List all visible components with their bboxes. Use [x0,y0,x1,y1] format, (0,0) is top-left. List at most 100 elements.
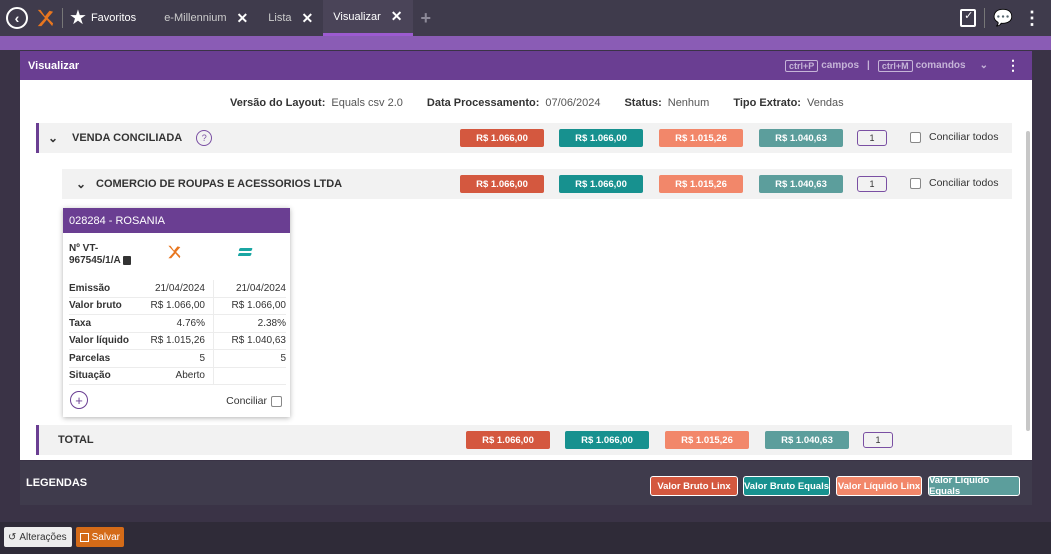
shortcut-separator: | [867,60,870,71]
save-button[interactable]: Salvar [76,527,124,547]
tab-lista[interactable]: Lista ✕ [258,0,323,36]
divider [984,8,986,28]
equals-value: 21/04/2024 [235,282,286,294]
conciliar-todos[interactable]: Conciliar todos [910,131,998,143]
save-icon [80,532,89,542]
tab-visualizar[interactable]: Visualizar ✕ [323,0,413,36]
count-badge: 1 [857,130,887,146]
conciliar-todos[interactable]: Conciliar todos [910,177,998,189]
save-label: Salvar [91,531,120,543]
bruto-linx-badge: R$ 1.066,00 [466,431,550,449]
layout-label: Versão do Layout: [230,97,326,109]
clipboard-icon[interactable] [960,9,977,27]
conciliar-label: Conciliar todos [929,131,999,143]
legend-liquido-linx[interactable]: Valor Líquido Linx [836,476,922,496]
divider [62,8,63,28]
type-value: Vendas [806,97,844,109]
row-accent [36,425,39,455]
more-vertical-icon[interactable]: ⋮ [1006,57,1020,74]
alteracoes-label: Alterações [19,531,67,543]
alteracoes-button[interactable]: ↺ Alterações [4,527,72,547]
tab-label: Lista [268,12,292,24]
linx-logo-icon [168,245,181,259]
group-row-venda-conciliada[interactable]: ⌄ VENDA CONCILIADA ? R$ 1.066,00 R$ 1.06… [36,123,1012,153]
scrollbar[interactable] [1026,131,1030,431]
liquido-equals-badge: R$ 1.040,63 [765,431,849,449]
tab-label: e-Millennium [164,12,227,24]
row-label: Taxa [69,317,92,329]
close-icon[interactable]: ✕ [391,8,403,25]
chat-icon[interactable]: 💬 [993,8,1013,28]
legend-bruto-linx[interactable]: Valor Bruto Linx [650,476,738,496]
shortcut-key: ctrl+M [877,59,913,72]
table-row: Valor líquido R$ 1.015,26 R$ 1.040,63 [69,332,287,350]
commands-link[interactable]: comandos [916,60,966,71]
legend-liquido-equals[interactable]: Valor Líquido Equals [928,475,1020,497]
row-accent [36,123,39,153]
header-band [0,36,1051,50]
bruto-equals-badge: R$ 1.066,00 [559,175,643,193]
equals-value: R$ 1.040,63 [231,335,287,347]
bruto-linx-badge: R$ 1.066,00 [460,129,544,147]
linx-value: R$ 1.015,26 [139,332,214,349]
bruto-linx-badge: R$ 1.066,00 [460,175,544,193]
fields-link[interactable]: campos [821,60,859,71]
bruto-equals-badge: R$ 1.066,00 [559,129,643,147]
date-value: 07/06/2024 [545,97,601,109]
status-value: Nenhum [667,97,710,109]
total-title: TOTAL [58,434,94,446]
count-badge: 1 [857,176,887,192]
chevron-down-icon[interactable]: ⌄ [76,177,96,191]
count-badge: 1 [863,432,893,448]
row-label: Emissão [69,282,111,294]
row-label: Parcelas [69,352,111,364]
liquido-linx-badge: R$ 1.015,26 [659,175,743,193]
type-label: Tipo Extrato: [733,97,801,109]
help-icon[interactable]: ? [196,130,213,146]
legend-bruto-equals[interactable]: Valor Bruto Equals [743,476,830,496]
conciliar-toggle[interactable]: Conciliar [226,395,282,407]
linx-value: Aberto [139,367,214,384]
group-title: VENDA CONCILIADA [72,132,183,144]
add-tab-icon[interactable]: + [421,8,432,29]
equals-value: 2.38% [257,317,286,329]
date-label: Data Processamento: [426,97,540,109]
subgroup-title: COMERCIO DE ROUPAS E ACESSORIOS LTDA [96,178,343,190]
copy-icon[interactable] [122,255,131,265]
conciliar-label: Conciliar todos [929,177,999,189]
add-icon[interactable]: + [70,391,88,409]
checkbox[interactable] [910,177,921,189]
liquido-linx-badge: R$ 1.015,26 [659,129,743,147]
linx-value: 21/04/2024 [139,280,214,297]
chevron-down-icon[interactable]: ⌄ [48,131,72,145]
legend-title: LEGENDAS [26,477,88,489]
panel-title: Visualizar [28,59,80,72]
bottom-bar: ↺ Alterações Salvar [0,522,1051,554]
card-title: 028284 - ROSANIA [63,208,290,233]
star-icon[interactable]: ★ [69,8,87,28]
checkbox[interactable] [271,395,282,407]
table-row: Situação Aberto [69,367,286,385]
back-icon[interactable]: ‹ [6,7,28,29]
nvt-text: Nº VT-967545/1/A [69,243,121,266]
subgroup-row-comercio[interactable]: ⌄ COMERCIO DE ROUPAS E ACESSORIOS LTDA R… [62,169,1012,199]
shortcut-key: ctrl+P [784,59,819,72]
table-row: Valor bruto R$ 1.066,00 R$ 1.066,00 [69,297,286,315]
checkbox[interactable] [910,131,921,143]
equals-value: 5 [280,352,286,364]
liquido-equals-badge: R$ 1.040,63 [759,175,843,193]
favorites-link[interactable]: Favoritos [91,12,136,24]
close-icon[interactable]: ✕ [302,10,314,27]
panel-header: Visualizar ctrl+P campos | ctrl+M comand… [20,51,1032,80]
top-bar: ‹ ★ Favoritos e-Millennium ✕ Lista ✕ Vis… [0,0,1051,36]
transaction-card: 028284 - ROSANIA Nº VT-967545/1/A Emissã… [63,208,290,417]
tab-e-millennium[interactable]: e-Millennium ✕ [154,0,258,36]
more-vertical-icon[interactable]: ⋮ [1023,8,1041,29]
bruto-equals-badge: R$ 1.066,00 [565,431,649,449]
close-icon[interactable]: ✕ [237,10,249,27]
linx-value: 4.76% [139,315,214,332]
linx-value: R$ 1.066,00 [139,297,214,314]
chevron-down-icon[interactable]: ⌄ [980,60,988,71]
linx-logo-icon [37,9,54,27]
history-icon: ↺ [8,531,17,543]
